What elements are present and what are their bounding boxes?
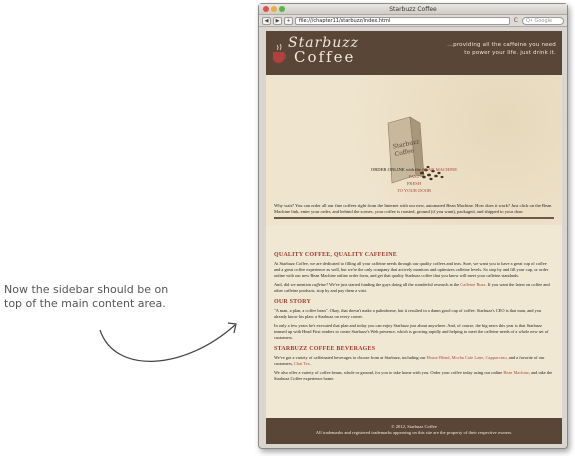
text-fragment: We've got a variety of caffeinated bever… bbox=[274, 355, 427, 360]
window-titlebar: Starbuzz Coffee bbox=[259, 4, 567, 15]
story-paragraph-2: In only a few years he's executed that p… bbox=[274, 323, 549, 340]
caffeine-buzz-link[interactable]: Caffeine Buzz bbox=[460, 282, 485, 287]
site-tagline: ...providing all the caffeine you need t… bbox=[447, 42, 556, 56]
order-item-fast: FAST bbox=[408, 174, 420, 179]
main-content: QUALITY COFFEE, QUALITY CAFFEINE At Star… bbox=[266, 241, 562, 385]
browser-window: Starbuzz Coffee ◀ ▶ + file:///chapter11/… bbox=[258, 3, 568, 449]
chai-tea-link[interactable]: Chai Tea bbox=[294, 361, 310, 366]
footer-trademarks: All trademarks and registered trademarks… bbox=[315, 430, 513, 435]
search-input[interactable]: Q• Google bbox=[522, 16, 564, 25]
add-bookmark-button[interactable]: + bbox=[284, 16, 293, 25]
url-input[interactable]: file:///chapter11/starbuzz/index.html bbox=[295, 16, 510, 25]
cappuccino-link[interactable]: Cappuccino bbox=[486, 355, 507, 360]
house-blend-link[interactable]: House Blend bbox=[427, 355, 450, 360]
divider bbox=[274, 217, 554, 219]
site-header: Starbuzz Coffee ...providing all the caf… bbox=[266, 31, 562, 75]
text-fragment: We also offer a variety of coffee beans,… bbox=[274, 370, 504, 375]
text-fragment: ? We've just started funding the guys do… bbox=[326, 282, 461, 287]
quality-paragraph-2: And, did we mention caffeine? We've just… bbox=[274, 282, 554, 294]
section-heading-quality: QUALITY COFFEE, QUALITY CAFFEINE bbox=[274, 252, 397, 258]
text-fragment: . bbox=[309, 361, 311, 366]
browser-toolbar: ◀ ▶ + file:///chapter11/starbuzz/index.h… bbox=[259, 15, 567, 27]
beverages-paragraph-1: We've got a variety of caffeinated bever… bbox=[274, 355, 554, 367]
section-heading-story: OUR STORY bbox=[274, 299, 311, 305]
order-intro: ORDER ONLINE with the bbox=[370, 167, 421, 172]
intro-paragraph: Why wait? You can order all our fine cof… bbox=[274, 203, 554, 219]
forward-button[interactable]: ▶ bbox=[273, 16, 282, 25]
minimize-window-button[interactable] bbox=[271, 6, 277, 12]
order-online-block: ORDER ONLINE with the BEAN MACHINE FAST … bbox=[266, 166, 562, 194]
zoom-window-button[interactable] bbox=[279, 6, 285, 12]
text-fragment: caffeine bbox=[312, 282, 327, 287]
bean-machine-link-2[interactable]: Bean Machine bbox=[503, 370, 528, 375]
back-button[interactable]: ◀ bbox=[262, 16, 271, 25]
logo-line-2: Coffee bbox=[294, 48, 356, 66]
coffee-cup-logo-icon bbox=[273, 43, 286, 63]
text-fragment: And, did we mention bbox=[274, 282, 313, 287]
bean-machine-link[interactable]: BEAN MACHINE bbox=[422, 167, 457, 172]
order-item-fresh: FRESH bbox=[406, 181, 422, 186]
intro-text: Why wait? You can order all our fine cof… bbox=[274, 203, 552, 214]
site-logo[interactable]: Starbuzz Coffee bbox=[288, 36, 359, 66]
reload-icon[interactable]: C bbox=[514, 17, 518, 24]
site-footer: © 2012, Starbuzz Coffee All trademarks a… bbox=[266, 418, 562, 444]
order-item-door: TO YOUR DOOR bbox=[396, 188, 432, 193]
mocha-cafe-latte-link[interactable]: Mocha Cafe Latte bbox=[452, 355, 484, 360]
section-heading-beverages: STARBUZZ COFFEE BEVERAGES bbox=[274, 346, 376, 352]
web-page: Starbuzz Coffee ...providing all the caf… bbox=[266, 31, 562, 444]
window-title: Starbuzz Coffee bbox=[389, 6, 437, 13]
beverages-paragraph-2: We also offer a variety of coffee beans,… bbox=[274, 370, 554, 382]
story-paragraph-1: "A man, a plan, a coffee bean". Okay, th… bbox=[274, 308, 542, 319]
close-window-button[interactable] bbox=[263, 6, 269, 12]
annotation-arrow-icon bbox=[99, 322, 237, 362]
quality-paragraph-1: At Starbuzz Coffee, we are dedicated to … bbox=[274, 261, 549, 278]
